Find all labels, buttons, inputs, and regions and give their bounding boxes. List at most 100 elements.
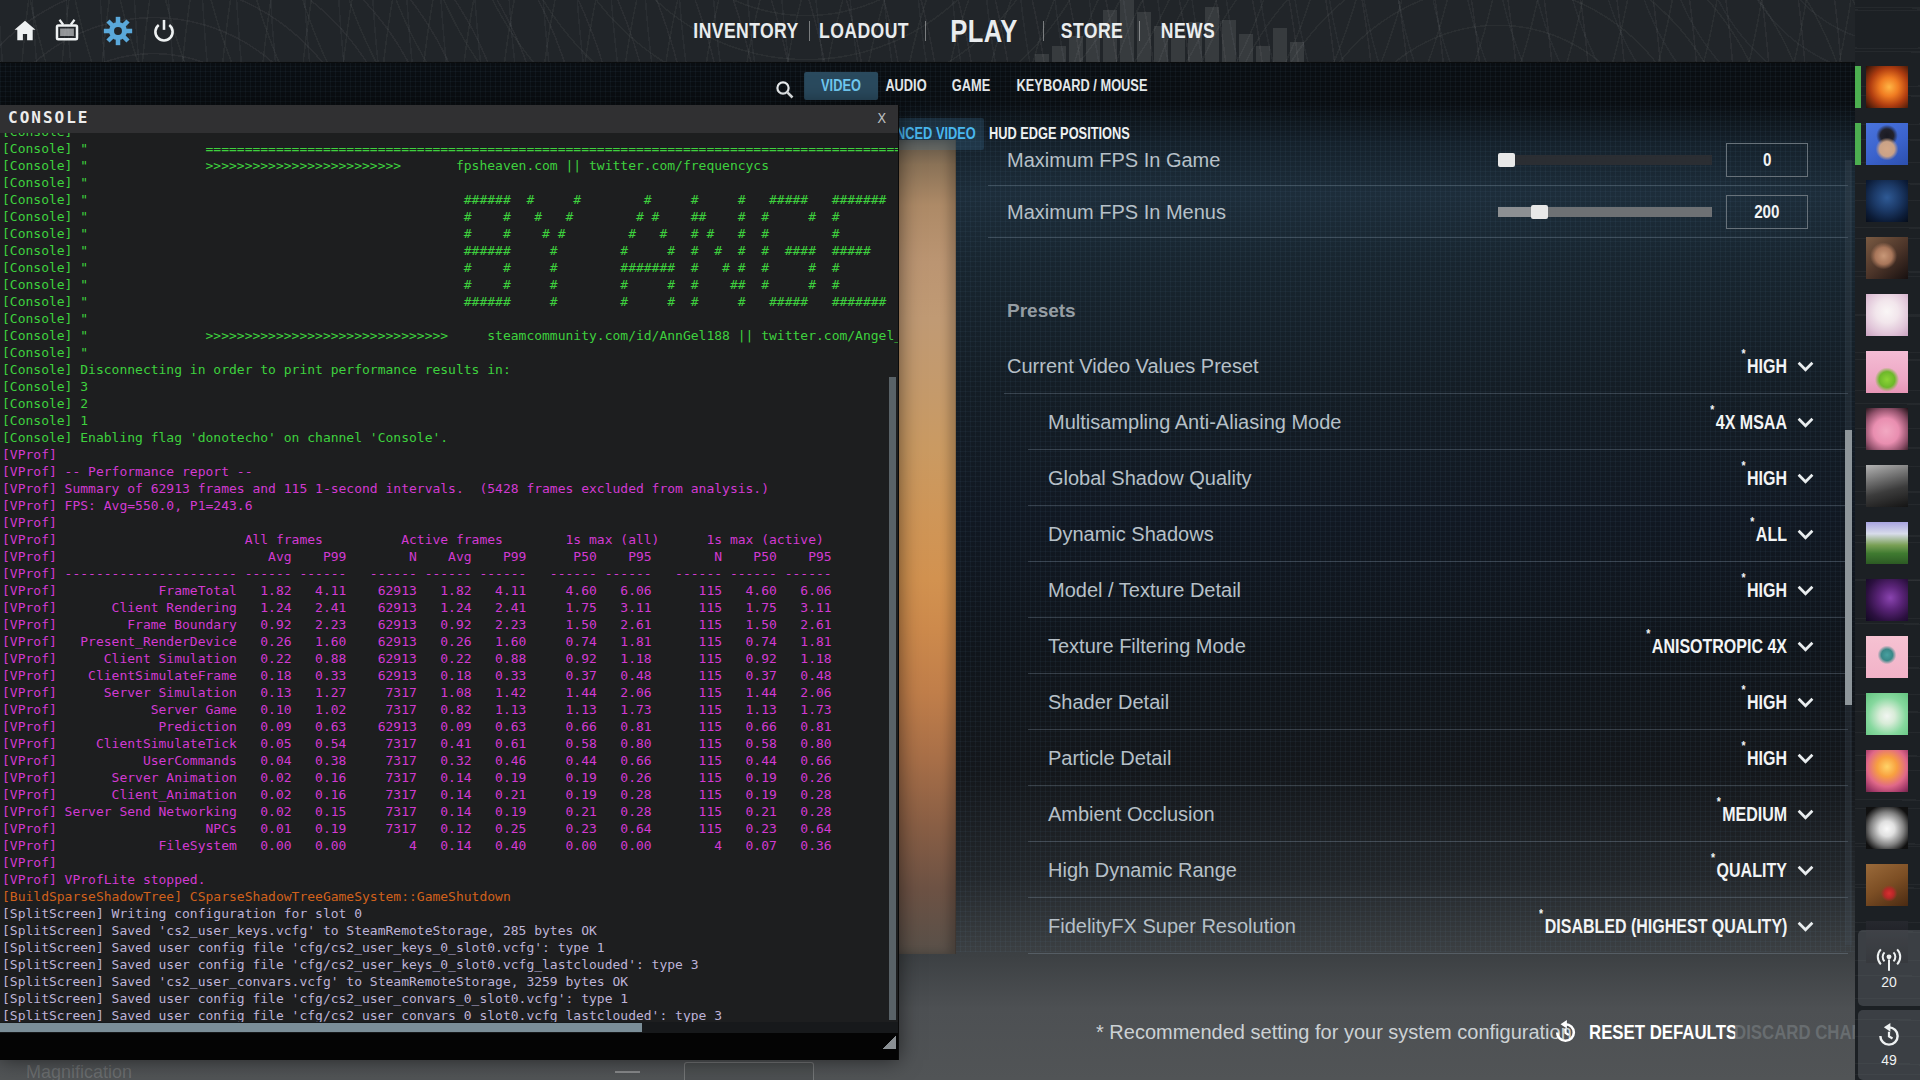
friend-avatar[interactable] — [1866, 351, 1908, 393]
tab-audio[interactable]: AUDIO — [868, 72, 944, 100]
console-line: [VProf] — [2, 514, 898, 531]
setting-row: Multisampling Anti-Aliasing Mode*4X MSAA — [955, 394, 1848, 450]
scrollbar-thumb[interactable] — [1845, 430, 1852, 705]
console-output[interactable]: [Console] "[Console] " =================… — [0, 133, 898, 1022]
setting-dropdown[interactable]: *ANISOTROPIC 4X — [1611, 618, 1814, 674]
history-clock-icon — [1875, 1022, 1903, 1050]
nav-separator — [925, 21, 926, 41]
console-line: [SplitScreen] Saved user config file 'cf… — [2, 939, 898, 956]
console-line: [VProf] Present_RenderDevice 0.26 1.60 6… — [2, 633, 898, 650]
setting-dropdown[interactable]: *HIGH — [1730, 674, 1814, 730]
friend-avatar[interactable] — [1866, 864, 1908, 906]
slider-handle[interactable] — [1498, 153, 1515, 167]
history-widget[interactable]: 49 — [1858, 1010, 1920, 1080]
friend-avatar[interactable] — [1866, 750, 1908, 792]
console-line: [Console] " # # # ####### # # # # # # # — [2, 259, 898, 276]
console-line: [Console] " — [2, 174, 898, 191]
friend-avatar[interactable] — [1866, 522, 1908, 564]
setting-dropdown[interactable]: *HIGH — [1730, 450, 1814, 506]
friend-avatar[interactable] — [1866, 66, 1908, 108]
broadcast-count: 20 — [1881, 974, 1897, 990]
console-line: [VProf] FPS: Avg=550.0, P1=243.6 — [2, 497, 898, 514]
console-line: [VProf] Summary of 62913 frames and 115 … — [2, 480, 898, 497]
fps-game-value[interactable]: 0 — [1726, 143, 1808, 177]
friend-avatar[interactable] — [1866, 579, 1908, 621]
friend-avatar[interactable] — [1866, 123, 1908, 165]
console-line: [SplitScreen] Saved 'cs2_user_convars.vc… — [2, 973, 898, 990]
nav-play[interactable]: PLAY — [942, 0, 1026, 62]
console-horizontal-scrollbar[interactable] — [0, 1022, 898, 1033]
console-titlebar[interactable]: CONSOLE X — [0, 105, 898, 133]
slider-handle[interactable] — [1531, 205, 1548, 219]
console-line: [VProf] Server Simulation 0.13 1.27 7317… — [2, 684, 898, 701]
fps-game-slider[interactable] — [1498, 155, 1712, 165]
console-line: [VProf] Server Game 0.10 1.02 7317 0.82 … — [2, 701, 898, 718]
setting-dropdown[interactable]: *HIGH — [1730, 338, 1814, 394]
console-vertical-scrollbar[interactable] — [889, 377, 896, 1020]
setting-dropdown[interactable]: *MEDIUM — [1699, 786, 1814, 842]
tab-video[interactable]: VIDEO — [804, 72, 878, 100]
friend-avatar[interactable] — [1866, 465, 1908, 507]
setting-dropdown[interactable]: *HIGH — [1730, 730, 1814, 786]
console-line: [Console] 3 — [2, 378, 898, 395]
history-count: 49 — [1881, 1052, 1897, 1068]
setting-label: High Dynamic Range — [1048, 842, 1237, 898]
setting-dropdown[interactable]: *QUALITY — [1692, 842, 1814, 898]
tab-keyboard-mouse[interactable]: KEYBOARD / MOUSE — [988, 72, 1176, 100]
console-line: [VProf] Client_Animation 0.02 0.16 7317 … — [2, 786, 898, 803]
console-line: [VProf] VProfLite stopped. — [2, 871, 898, 888]
scrollbar-thumb[interactable] — [0, 1023, 642, 1032]
broadcast-widget[interactable]: 20 — [1858, 930, 1920, 1006]
console-line: [Console] " # # # # # # ## # # # # # — [2, 208, 898, 225]
close-icon[interactable]: X — [878, 110, 886, 126]
app-root: VIDEOAUDIOGAMEKEYBOARD / MOUSE ADVANCED … — [0, 0, 1920, 1080]
fps-settings: Maximum FPS In Game 0 Maximum FPS In Men… — [955, 134, 1848, 238]
main-nav-bar: INVENTORY LOADOUT PLAY STORE NEWS — [0, 0, 1920, 63]
setting-dropdown[interactable]: *ALL — [1741, 506, 1814, 562]
nav-loadout[interactable]: LOADOUT — [808, 0, 920, 62]
console-line: [SplitScreen] Saved user config file 'cf… — [2, 956, 898, 973]
console-input[interactable] — [0, 1033, 898, 1060]
online-status-bar — [1855, 123, 1861, 165]
setting-dropdown[interactable]: *DISABLED (HIGHEST QUALITY) — [1477, 898, 1814, 954]
setting-row: Dynamic Shadows *ALL — [955, 506, 1848, 562]
chevron-down-icon — [1797, 753, 1814, 764]
fps-menu-slider[interactable] — [1498, 207, 1712, 217]
setting-dropdown[interactable]: *4X MSAA — [1691, 394, 1814, 450]
console-line: [VProf] — [2, 446, 898, 463]
recommended-note: * Recommended setting for your system co… — [1096, 1021, 1572, 1044]
setting-label: FidelityFX Super Resolution — [1048, 898, 1296, 954]
audio-visualizer-decoration — [1035, 0, 1335, 62]
setting-row: High Dynamic Range *QUALITY — [955, 842, 1848, 898]
friend-avatar[interactable] — [1866, 408, 1908, 450]
setting-row: Maximum FPS In Game 0 — [955, 134, 1848, 186]
background-scene-strip — [898, 140, 956, 954]
setting-label: Dynamic Shadows — [1048, 506, 1214, 562]
broadcast-icon — [1874, 946, 1904, 972]
setting-row: Maximum FPS In Menus 200 — [955, 186, 1848, 238]
console-line: [Console] 2 — [2, 395, 898, 412]
fps-menu-value[interactable]: 200 — [1726, 195, 1808, 229]
nav-inventory[interactable]: INVENTORY — [680, 0, 812, 62]
main-nav: INVENTORY LOADOUT PLAY STORE NEWS — [0, 0, 1920, 62]
friend-avatar[interactable] — [1866, 636, 1908, 678]
friend-avatar[interactable] — [1866, 693, 1908, 735]
friend-avatar[interactable] — [1866, 807, 1908, 849]
console-resize-grip[interactable] — [881, 1034, 896, 1049]
console-line: [VProf] Server Animation 0.02 0.16 7317 … — [2, 769, 898, 786]
console-line: [Console] " # # # # # # ## # # # # — [2, 276, 898, 293]
setting-dropdown[interactable]: *HIGH — [1730, 562, 1814, 618]
settings-scrollbar[interactable] — [1845, 160, 1852, 945]
console-line: [Console] 1 — [2, 412, 898, 429]
friend-avatar[interactable] — [1866, 237, 1908, 279]
friend-avatar[interactable] — [1866, 180, 1908, 222]
setting-row: Texture Filtering Mode *ANISOTROPIC 4X — [955, 618, 1848, 674]
chevron-down-icon — [1797, 809, 1814, 820]
console-line: [Console] " — [2, 133, 898, 140]
console-line: [Console] " ###### # # # # # ##### #####… — [2, 191, 898, 208]
setting-label: Texture Filtering Mode — [1048, 618, 1246, 674]
setting-label: Maximum FPS In Menus — [1007, 186, 1226, 238]
friend-avatar[interactable] — [1866, 294, 1908, 336]
console-line: [SplitScreen] Saved user config file 'cf… — [2, 990, 898, 1007]
console-line: [VProf] FileSystem 0.00 0.00 4 0.14 0.40… — [2, 837, 898, 854]
